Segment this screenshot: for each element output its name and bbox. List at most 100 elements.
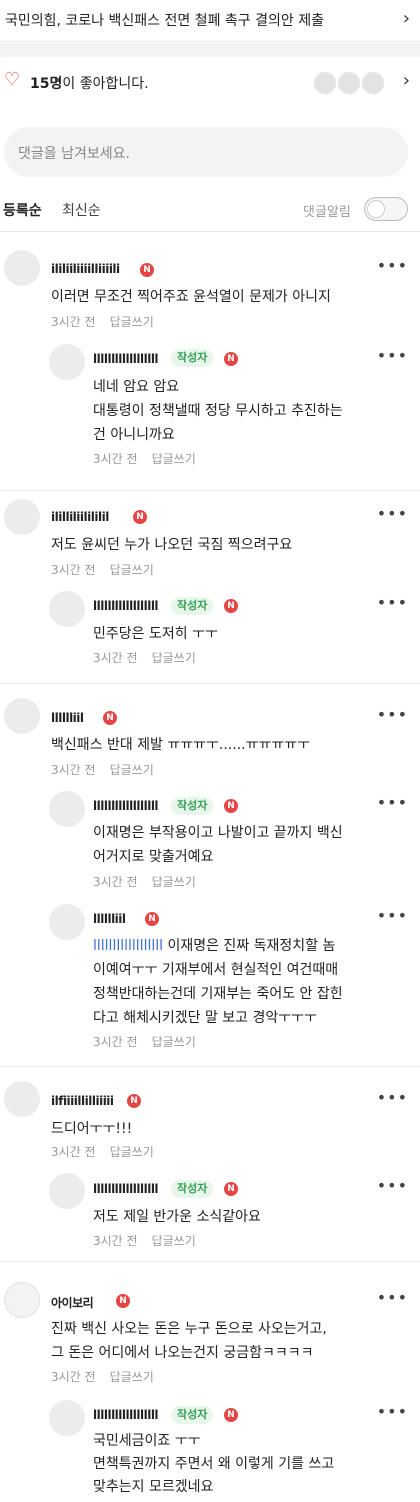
reply-button[interactable]: 답글쓰기	[110, 1370, 154, 1384]
reply-text-line: 이재명은 부작용이고 나발이고 끝까지 백신	[93, 825, 343, 841]
author-badge: 작성자	[171, 349, 214, 367]
reply-text-line: 저도 제일 반가운 소식같아요	[93, 1209, 261, 1225]
sort-bar: 등록순 최신순 댓글알림	[0, 192, 420, 224]
comment-input[interactable]: 댓글을 남겨보세요.	[4, 127, 408, 177]
avatar	[49, 791, 85, 827]
toggle-knob	[367, 200, 385, 218]
more-options-icon[interactable]: •••	[377, 1402, 408, 1421]
reply-time: 3시간 전	[93, 651, 138, 665]
comment-notify-label: 댓글알림	[303, 205, 351, 220]
more-options-icon[interactable]: •••	[377, 593, 408, 612]
more-options-icon[interactable]: •••	[377, 705, 408, 724]
reply-text-line: 면책특권까지 주면서 왜 이렇게 기를 쓰고	[93, 1456, 335, 1472]
reply-button[interactable]: 답글쓰기	[152, 875, 196, 889]
chevron-right-icon[interactable]: ›	[403, 70, 410, 91]
comment-time: 3시간 전	[51, 1145, 96, 1159]
reply-button[interactable]: 답글쓰기	[110, 1145, 154, 1159]
more-options-icon[interactable]: •••	[377, 1176, 408, 1195]
more-options-icon[interactable]: •••	[377, 1088, 408, 1107]
more-options-icon[interactable]: •••	[377, 793, 408, 812]
avatar	[49, 1173, 85, 1209]
comment-notify-toggle[interactable]	[364, 197, 408, 221]
more-options-icon[interactable]: •••	[377, 256, 408, 275]
reply-time: 3시간 전	[93, 1234, 138, 1248]
avatar	[4, 499, 40, 535]
comment-thread: ililliliilililil N ••• 저도 윤씨던 누가 나오던 국짐 …	[0, 491, 420, 683]
comment-author[interactable]: lllllliil	[51, 711, 84, 725]
avatar	[4, 250, 40, 286]
comment-text-line: 그 돈은 어디에서 나오는건지 궁금함ㅋㅋㅋㅋ	[51, 1345, 314, 1361]
more-options-icon[interactable]: •••	[377, 346, 408, 365]
reply-text-line: 이예여ㅜㅜ 기재부에서 현실적인 여건때매	[93, 962, 339, 978]
reply-text-line: 어거지로 맞출거예요	[93, 849, 214, 865]
reply-button[interactable]: 답글쓰기	[152, 1234, 196, 1248]
post-title: 국민의힘, 코로나 백신패스 전면 철폐 촉구 결의안 제출	[5, 13, 324, 29]
more-options-icon[interactable]: •••	[377, 504, 408, 523]
author-badge: 작성자	[171, 1406, 214, 1424]
sort-registered-tab[interactable]: 등록순	[3, 200, 42, 220]
reply-text-line: 건 아니니까요	[93, 427, 175, 443]
reply-author[interactable]: llllllllllllllllll	[93, 599, 159, 613]
naver-badge: N	[145, 912, 159, 926]
chevron-right-icon[interactable]: ›	[403, 8, 410, 29]
reply-author[interactable]: llllllllllllllllll	[93, 799, 159, 813]
sort-latest-tab[interactable]: 최신순	[62, 200, 101, 220]
more-options-icon[interactable]: •••	[377, 1288, 408, 1307]
reply-button[interactable]: 답글쓰기	[110, 763, 154, 777]
mention-link[interactable]: llllllllllllllllll	[93, 938, 163, 954]
more-options-icon[interactable]: •••	[377, 906, 408, 925]
likes-suffix: 이 좋아합니다.	[62, 76, 149, 92]
reply-text-line: 정책반대하는건데 기재부는 죽어도 안 잡힌	[93, 986, 343, 1002]
comment-time: 3시간 전	[51, 315, 96, 329]
reply-meta: 3시간 전 답글쓰기	[93, 873, 196, 890]
heart-icon[interactable]: ♡	[4, 69, 20, 90]
comment-time: 3시간 전	[51, 563, 96, 577]
liker-avatars[interactable]	[312, 70, 392, 96]
reply-text-line: 다고 해체시키겠단 말 보고 경악ㅜㅜㅜ	[93, 1010, 317, 1026]
naver-badge: N	[224, 799, 238, 813]
reply-text-line: 맞추는지 모르겠네요	[93, 1479, 214, 1495]
reply-author[interactable]: lllllliil	[93, 912, 126, 926]
likes-row[interactable]: ♡ 15명이 좋아합니다. ›	[0, 58, 420, 108]
reply-button[interactable]: 답글쓰기	[110, 563, 154, 577]
reply-author[interactable]: llllllllllllllllll	[93, 352, 159, 366]
naver-badge: N	[133, 510, 147, 524]
comment-thread: ililiiliiiilliiiili N ••• 이러면 무조건 찍어주죠 윤…	[0, 232, 420, 490]
author-badge: 작성자	[171, 1180, 214, 1198]
reply-text-line: 민주당은 도저히 ㅜㅜ	[93, 626, 218, 642]
avatar	[49, 904, 85, 940]
reply-meta: 3시간 전 답글쓰기	[93, 649, 196, 666]
reply-meta: 3시간 전 답글쓰기	[93, 1232, 196, 1249]
naver-badge: N	[224, 352, 238, 366]
comment-text-line: 진짜 백신 사오는 돈은 누구 돈으로 사오는거고,	[51, 1321, 327, 1337]
comment-input-placeholder: 댓글을 남겨보세요.	[18, 146, 130, 162]
naver-badge: N	[224, 1182, 238, 1196]
reply-time: 3시간 전	[93, 1035, 138, 1049]
reply-text-line: 대통령이 정책낼때 정당 무시하고 추진하는	[93, 403, 343, 419]
comment-text: 이러면 무조건 찍어주죠 윤석열이 문제가 아니지	[51, 289, 331, 305]
comment-author[interactable]: ililiiliiiilliiiili	[51, 262, 120, 276]
avatar	[49, 591, 85, 627]
author-badge: 작성자	[171, 597, 214, 615]
likes-count: 15명	[30, 76, 63, 92]
avatar	[49, 344, 85, 380]
reply-author[interactable]: llllllllllllllllll	[93, 1182, 159, 1196]
reply-button[interactable]: 답글쓰기	[152, 452, 196, 466]
comment-text: 저도 윤씨던 누가 나오던 국짐 찍으려구요	[51, 537, 293, 553]
comment-author[interactable]: ililliliilililil	[51, 510, 109, 524]
reply-time: 3시간 전	[93, 452, 138, 466]
naver-badge: N	[127, 1094, 141, 1108]
avatar	[360, 70, 386, 96]
reply-button[interactable]: 답글쓰기	[152, 651, 196, 665]
reply-button[interactable]: 답글쓰기	[110, 315, 154, 329]
comment-author[interactable]: 아이보리	[51, 1294, 94, 1311]
reply-author[interactable]: llllllllllllllllll	[93, 1408, 159, 1422]
reply-text-line: 국민세금이죠 ㅜㅜ	[93, 1433, 201, 1449]
comment-author[interactable]: ilfiiiillilliiiii	[51, 1094, 114, 1108]
avatar	[312, 70, 338, 96]
section-gap	[0, 43, 420, 57]
post-title-bar[interactable]: 국민의힘, 코로나 백신패스 전면 철폐 촉구 결의안 제출 ›	[0, 0, 420, 42]
reply-meta: 3시간 전 답글쓰기	[93, 450, 196, 467]
reply-button[interactable]: 답글쓰기	[152, 1035, 196, 1049]
naver-badge: N	[103, 711, 117, 725]
